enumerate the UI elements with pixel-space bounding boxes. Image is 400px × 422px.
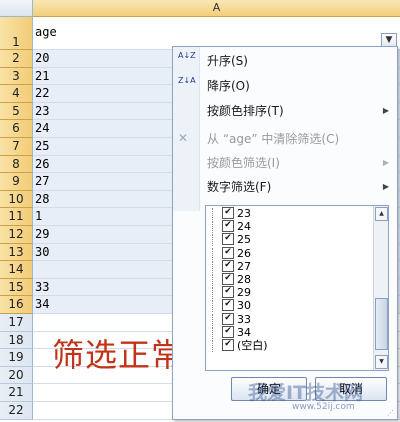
checkbox-icon[interactable]: ✔ — [222, 259, 234, 272]
list-scrollbar[interactable]: ▲ ▼ — [373, 206, 388, 370]
sort-ascending-icon: A↓Z — [178, 51, 196, 60]
row-header-21[interactable]: 21 — [0, 384, 33, 402]
scroll-up-icon[interactable]: ▲ — [375, 207, 388, 221]
menu-item-clear-filter: ✕ 从 “age” 中清除筛选(C) — [173, 127, 397, 151]
filter-value-item[interactable]: ✔ (空白) — [212, 339, 268, 352]
row-header-13[interactable]: 13 — [0, 243, 33, 262]
tree-line — [212, 234, 221, 247]
tree-line — [212, 340, 221, 352]
row-header-2[interactable]: 2 — [0, 50, 33, 68]
checkbox-icon[interactable]: ✔ — [222, 233, 234, 246]
checkbox-icon[interactable]: ✔ — [222, 246, 234, 259]
annotation-text: 筛选正常 — [52, 336, 185, 374]
tree-line — [212, 313, 221, 326]
column-header-a[interactable]: A — [33, 0, 400, 17]
clear-filter-icon: ✕ — [178, 131, 189, 145]
filter-value-item[interactable]: ✔ 25 — [212, 233, 251, 247]
row-header-22[interactable]: 22 — [0, 402, 33, 420]
filter-value-item[interactable]: ✔ 30 — [212, 299, 251, 313]
tree-line — [212, 326, 221, 339]
filter-value-item[interactable]: ✔ 23 — [212, 207, 251, 220]
row-header-7[interactable]: 7 — [0, 138, 33, 156]
row-header-4[interactable]: 4 — [0, 85, 33, 103]
checkbox-icon[interactable]: ✔ — [222, 325, 234, 338]
filter-values-list[interactable]: ✔ 23 ✔ 24 ✔ 25 ✔ 26 ✔ 27 ✔ 28 ✔ 29 ✔ 30 ✔ 33 ✔ 34 ✔ (空白) ▲ ▼ — [205, 205, 389, 371]
row-header-16[interactable]: 16 — [0, 296, 33, 314]
row-header-19[interactable]: 19 — [0, 349, 33, 367]
row-header-9[interactable]: 9 — [0, 173, 33, 191]
checkbox-icon[interactable]: ✔ — [222, 339, 234, 351]
checkbox-icon[interactable]: ✔ — [222, 286, 234, 299]
tree-line — [212, 221, 221, 234]
filter-value-label: 33 — [237, 312, 251, 326]
menu-item-label: 降序(O) — [207, 79, 250, 93]
row-header-5[interactable]: 5 — [0, 102, 33, 121]
menu-item-label: 按颜色排序(T) — [207, 104, 284, 118]
filter-value-item[interactable]: ✔ 34 — [212, 325, 251, 339]
sort-descending-icon: Z↓A — [178, 76, 196, 85]
row-header-3[interactable]: 3 — [0, 67, 33, 86]
filter-value-item[interactable]: ✔ 33 — [212, 312, 251, 326]
filter-value-label: 26 — [237, 246, 251, 260]
filter-value-item[interactable]: ✔ 28 — [212, 273, 251, 286]
row-header-17[interactable]: 17 — [0, 314, 33, 332]
watermark-logo: 我爱IT技术网 — [248, 382, 364, 404]
filter-value-label: 30 — [237, 299, 251, 313]
filter-value-item[interactable]: ✔ 26 — [212, 246, 251, 260]
tree-line — [212, 300, 221, 313]
tree-line — [212, 274, 221, 286]
menu-item-label: 数字筛选(F) — [207, 180, 272, 194]
checkbox-icon[interactable]: ✔ — [222, 220, 234, 233]
submenu-arrow-icon: ▶ — [382, 158, 389, 167]
menu-item-sort-descending[interactable]: Z↓A 降序(O) — [173, 74, 397, 98]
filter-value-item[interactable]: ✔ 29 — [212, 286, 251, 300]
scroll-down-icon[interactable]: ▼ — [375, 355, 388, 369]
row-header-12[interactable]: 12 — [0, 226, 33, 244]
row-header-6[interactable]: 6 — [0, 120, 33, 138]
filter-value-label: 25 — [237, 233, 251, 247]
autofilter-menu: A↓Z 升序(S) Z↓A 降序(O) 按颜色排序(T) ▶ ✕ 从 “age” 中清除筛选(… — [172, 46, 398, 420]
scroll-thumb[interactable] — [375, 298, 388, 350]
filter-value-label: (空白) — [237, 339, 268, 352]
filter-value-label: 23 — [237, 207, 251, 220]
tree-line — [212, 208, 221, 220]
menu-item-label: 按颜色筛选(I) — [207, 156, 280, 170]
row-header-10[interactable]: 10 — [0, 190, 33, 209]
menu-item-sort-by-color[interactable]: 按颜色排序(T) ▶ — [173, 99, 397, 123]
row-header-18[interactable]: 18 — [0, 331, 33, 350]
menu-item-number-filters[interactable]: 数字筛选(F) ▶ — [173, 175, 397, 199]
resize-grip-icon[interactable]: ⋰ — [387, 409, 395, 417]
tree-line — [212, 247, 221, 260]
checkbox-icon[interactable]: ✔ — [222, 299, 234, 312]
menu-item-label: 从 “age” 中清除筛选(C) — [207, 132, 340, 146]
menu-item-sort-ascending[interactable]: A↓Z 升序(S) — [173, 49, 397, 73]
filter-value-item[interactable]: ✔ 27 — [212, 259, 251, 273]
filter-value-label: 24 — [237, 220, 251, 234]
row-header-11[interactable]: 11 — [0, 208, 33, 226]
submenu-arrow-icon: ▶ — [382, 106, 389, 115]
filter-value-label: 34 — [237, 325, 251, 339]
submenu-arrow-icon: ▶ — [382, 182, 389, 191]
tree-line — [212, 287, 221, 300]
filter-value-label: 28 — [237, 273, 251, 286]
menu-item-label: 升序(S) — [207, 54, 248, 68]
select-all-corner[interactable] — [0, 0, 33, 17]
menu-item-filter-by-color: 按颜色筛选(I) ▶ — [173, 151, 397, 175]
filter-value-label: 29 — [237, 286, 251, 300]
checkbox-icon[interactable]: ✔ — [222, 207, 234, 219]
filter-value-label: 27 — [237, 259, 251, 273]
filter-value-item[interactable]: ✔ 24 — [212, 220, 251, 234]
row-header-15[interactable]: 15 — [0, 278, 33, 297]
checkbox-icon[interactable]: ✔ — [222, 312, 234, 325]
checkbox-icon[interactable]: ✔ — [222, 273, 234, 285]
tree-line — [212, 260, 221, 273]
row-header-1[interactable]: 1 — [0, 17, 33, 50]
row-header-8[interactable]: 8 — [0, 155, 33, 174]
row-header-14[interactable]: 14 — [0, 261, 33, 279]
row-header-20[interactable]: 20 — [0, 366, 33, 385]
watermark-url: www.52ij.com — [292, 402, 355, 412]
